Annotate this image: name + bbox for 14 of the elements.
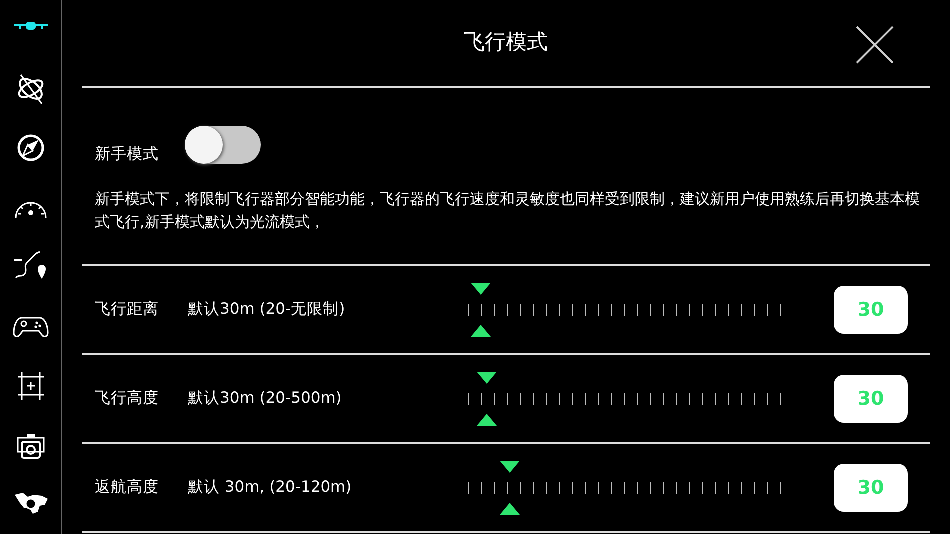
range-hint: 默认 30m, (20-120m) [188, 476, 353, 498]
value-field[interactable]: 30 [834, 374, 908, 422]
window-title: 飞行模式 [464, 29, 548, 56]
description-text: 新手模式下，将限制飞行器部分智能功能，飞行器的飞行速度和灵敏度也同样受到限制，建议新用户使用熟练后再切换基本模式飞行,新手模式默认为光流模式， [95, 189, 920, 234]
value-field[interactable]: 30 [834, 464, 908, 512]
setting-label: 飞行距离 [95, 298, 160, 320]
value-field[interactable]: 30 [834, 286, 908, 334]
setting-label: 新手模式 [95, 144, 159, 165]
setting-label: 飞行高度 [95, 388, 160, 409]
toggle-switch[interactable] [185, 126, 261, 164]
close-icon[interactable] [856, 26, 894, 64]
range-hint: 默认30m (20-无限制) [188, 298, 346, 320]
range-hint: 默认30m (20-500m) [188, 388, 343, 409]
setting-label: 返航高度 [95, 476, 160, 498]
